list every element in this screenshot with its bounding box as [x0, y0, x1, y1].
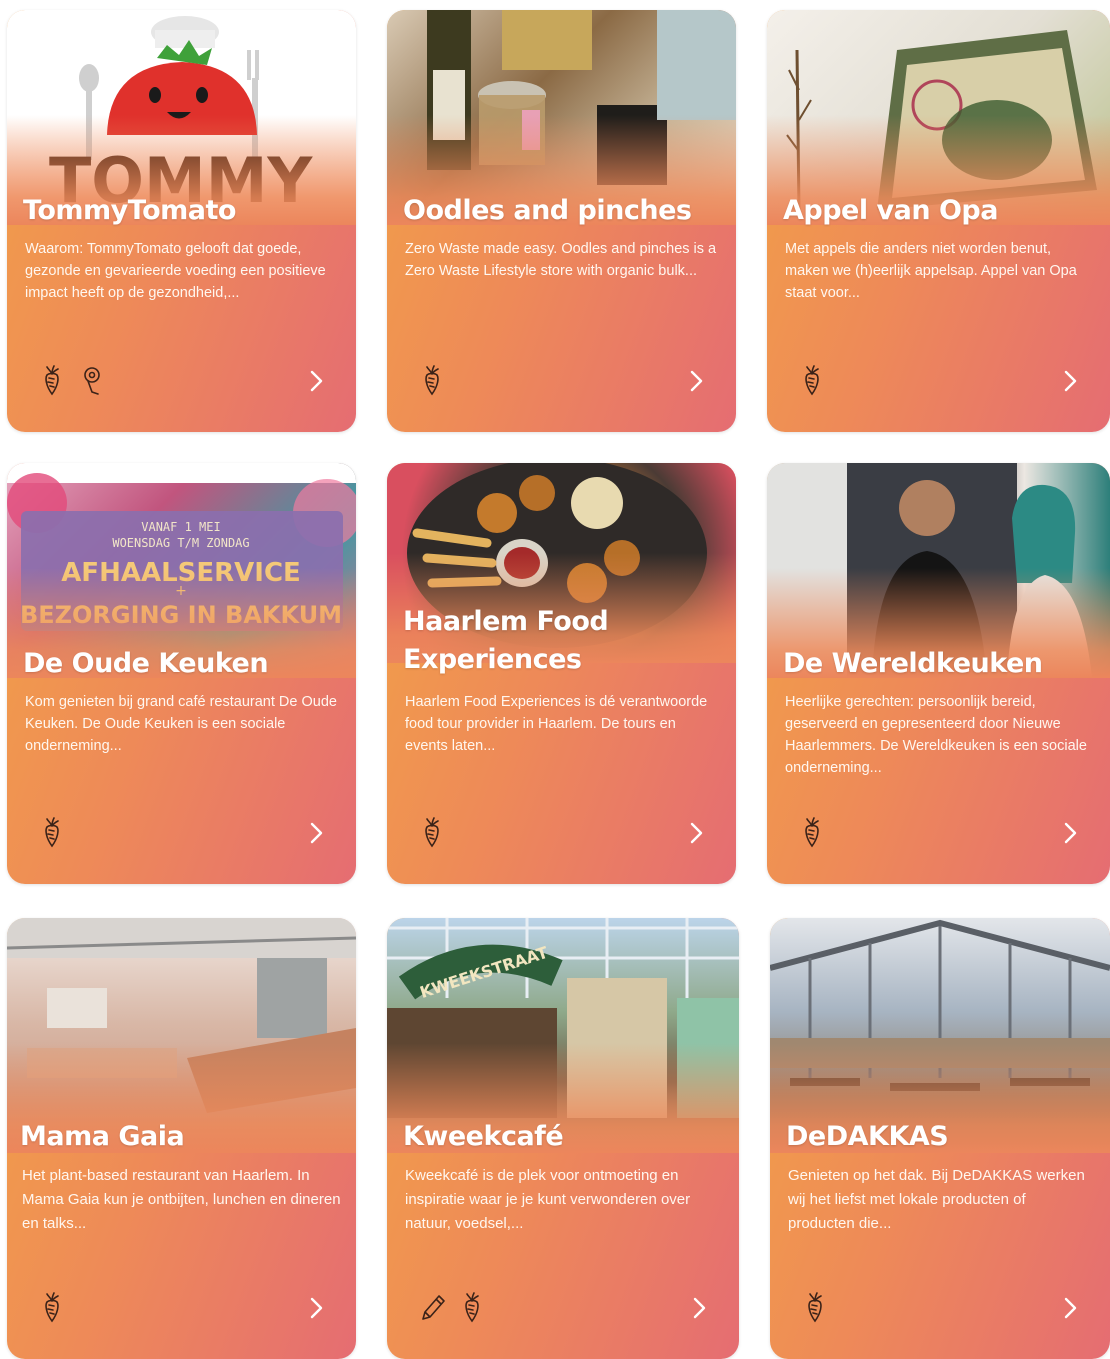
svg-text:AFHAALSERVICE: AFHAALSERVICE [61, 558, 301, 588]
card-title: Mama Gaia [20, 1121, 185, 1152]
carrot-icon [425, 817, 439, 848]
card-description: Waarom: TommyTomato gelooft dat goede, g… [25, 241, 326, 301]
pencil-icon [422, 1295, 445, 1320]
card-description: Met appels die anders niet worden benut,… [785, 241, 1077, 301]
carrot-icon [465, 1292, 479, 1323]
card-title: Appel van Opa [783, 195, 998, 226]
card-description: Het plant-based restaurant van Haarlem. … [22, 1167, 341, 1232]
card-title: Oodles and pinches [403, 195, 692, 226]
svg-text:VANAF 1 MEI: VANAF 1 MEI [141, 520, 220, 534]
card-oodles-and-pinches[interactable]: Oodles and pinches Zero Waste made easy.… [387, 10, 736, 432]
card-title: De Wereldkeuken [783, 648, 1043, 679]
card-mama-gaia[interactable]: Mama Gaia Het plant-based restaurant van… [7, 918, 356, 1359]
carrot-icon [808, 1292, 822, 1323]
card-title: DeDAKKAS [786, 1121, 949, 1152]
card-description: Zero Waste made easy. Oodles and pinches… [405, 241, 717, 279]
card-de-oude-keuken[interactable]: VANAF 1 MEI WOENSDAG T/M ZONDAG AFHAALSE… [7, 463, 356, 884]
card-description: Kom genieten bij grand café restaurant D… [25, 694, 337, 754]
carrot-icon [425, 365, 439, 396]
svg-text:BEZORGING IN BAKKUM: BEZORGING IN BAKKUM [20, 601, 342, 629]
chevron-right-icon[interactable] [308, 820, 326, 846]
card-description: Kweekcafé is de plek voor ontmoeting en … [405, 1167, 691, 1232]
card-kweekcafe[interactable]: KWEEKSTRAAT Kweekcafé Kweekcafé is de pl… [387, 918, 739, 1359]
card-description: Haarlem Food Experiences is dé verantwoo… [405, 694, 708, 754]
location-pin-icon [84, 367, 100, 395]
card-title: De Oude Keuken [23, 648, 269, 679]
card-tommytomato[interactable]: TOMMY TommyTomato Waarom: TommyTomato ge… [7, 10, 356, 432]
card-haarlem-food-experiences[interactable]: Haarlem Food Experiences Haarlem Food Ex… [387, 463, 736, 884]
card-title: Kweekcafé [403, 1121, 564, 1152]
chevron-right-icon[interactable] [1062, 820, 1080, 846]
card-title: TommyTomato [23, 195, 236, 226]
card-description: Genieten op het dak. Bij DeDAKKAS werken… [788, 1167, 1085, 1232]
card-dedakkas[interactable]: DeDAKKAS Genieten op het dak. Bij DeDAKK… [770, 918, 1110, 1359]
svg-text:+: + [175, 583, 187, 599]
carrot-icon [45, 817, 59, 848]
chevron-right-icon[interactable] [308, 368, 326, 394]
card-appel-van-opa[interactable]: Appel van Opa Met appels die anders niet… [767, 10, 1110, 432]
card-title: Haarlem Food Experiences [403, 606, 609, 675]
carrot-icon [45, 1292, 59, 1323]
chevron-right-icon[interactable] [688, 820, 706, 846]
card-de-wereldkeuken[interactable]: De Wereldkeuken Heerlijke gerechten: per… [767, 463, 1110, 884]
carrot-icon [45, 365, 59, 396]
carrot-icon [805, 817, 819, 848]
svg-text:WOENSDAG T/M ZONDAG: WOENSDAG T/M ZONDAG [112, 536, 249, 550]
chevron-right-icon[interactable] [308, 1295, 326, 1321]
card-description: Heerlijke gerechten: persoonlijk bereid,… [785, 694, 1087, 776]
chevron-right-icon[interactable] [1062, 368, 1080, 394]
chevron-right-icon[interactable] [688, 368, 706, 394]
carrot-icon [805, 365, 819, 396]
chevron-right-icon[interactable] [1062, 1295, 1080, 1321]
chevron-right-icon[interactable] [691, 1295, 709, 1321]
